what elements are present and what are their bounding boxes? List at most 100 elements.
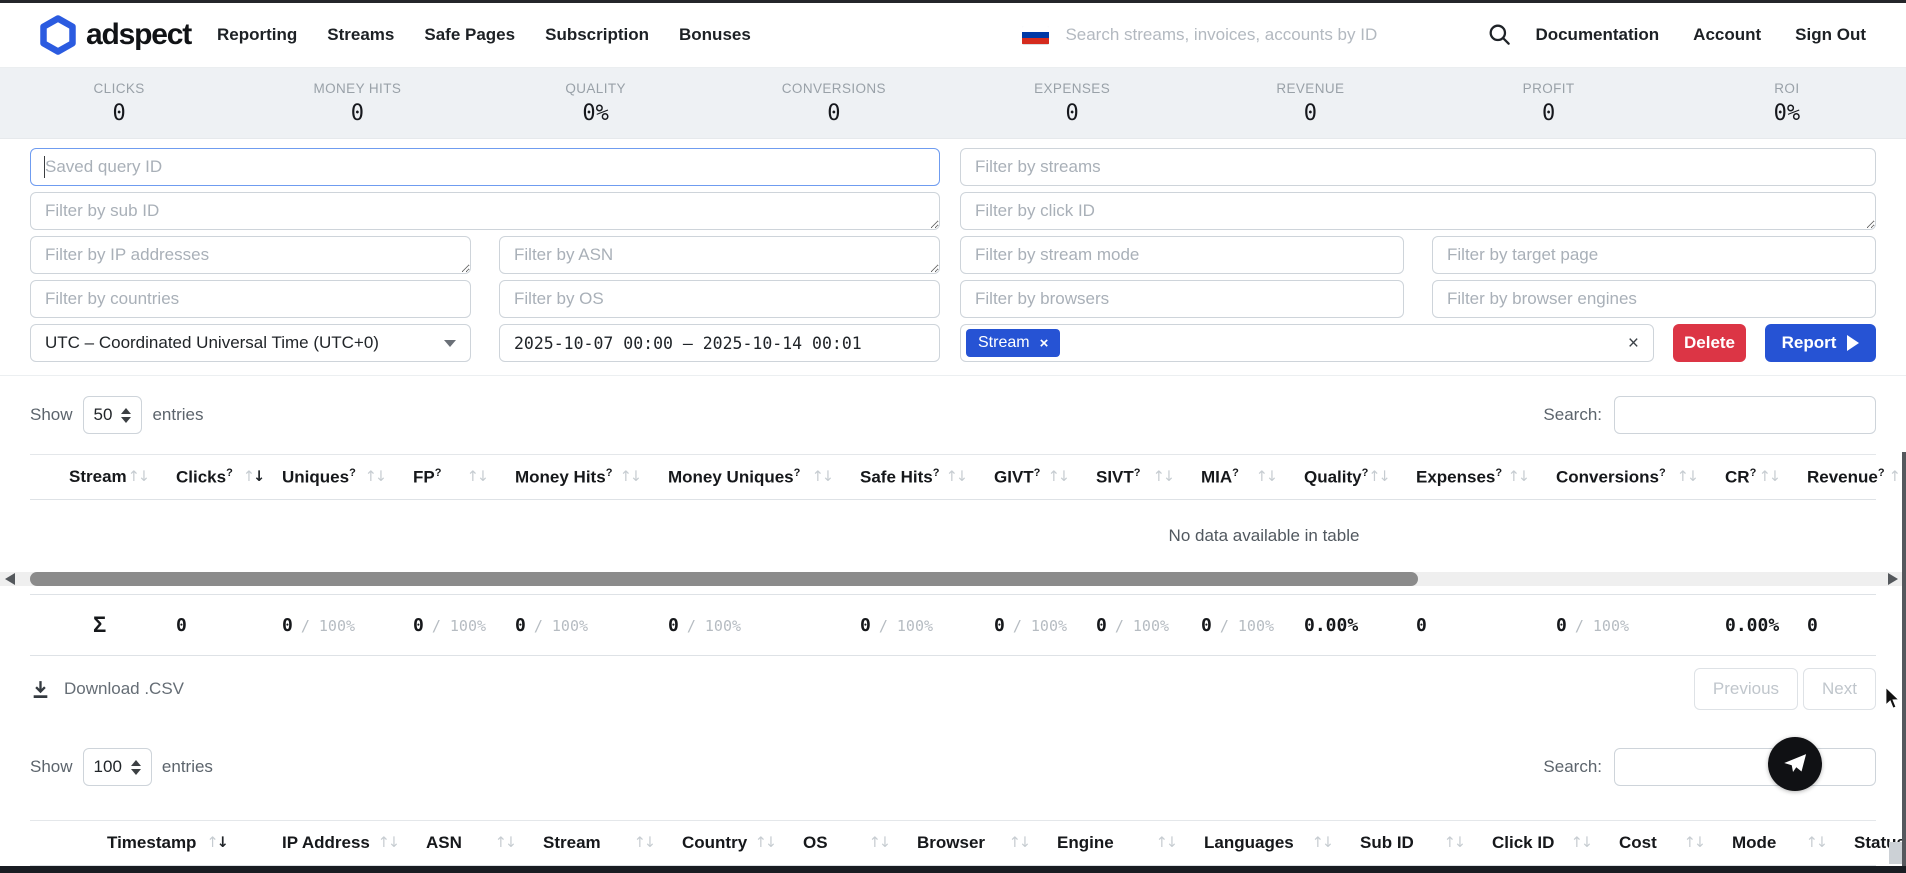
- sort-up-icon[interactable]: ↑: [620, 469, 630, 485]
- sort-down-icon[interactable]: ↓: [879, 835, 889, 851]
- sort-up-icon[interactable]: ↑: [1759, 469, 1769, 485]
- scroll-left-arrow-icon[interactable]: [5, 573, 15, 585]
- t1-col-clicks[interactable]: Clicks?↑↓: [176, 467, 282, 488]
- filter-countries-input[interactable]: [30, 280, 471, 318]
- table1-search-input[interactable]: [1614, 396, 1876, 434]
- t1-col-money-hits[interactable]: Money Hits?↑↓: [515, 467, 668, 488]
- sort-up-icon[interactable]: ↑: [128, 469, 138, 485]
- nav-item-bonuses[interactable]: Bonuses: [679, 25, 751, 45]
- sort-down-icon[interactable]: ↓: [630, 469, 640, 485]
- t1-col-givt[interactable]: GIVT?↑↓: [994, 467, 1096, 488]
- t2-col-click-id[interactable]: Click ID↑↓: [1492, 833, 1619, 853]
- global-search-input[interactable]: [1063, 16, 1487, 54]
- page-size-select-2[interactable]: 100: [83, 748, 152, 786]
- sort-down-icon[interactable]: ↓: [1687, 469, 1697, 485]
- sort-down-icon[interactable]: ↓: [375, 469, 385, 485]
- sort-up-icon[interactable]: ↑: [1048, 469, 1058, 485]
- clear-tags-icon[interactable]: ×: [1628, 334, 1639, 353]
- stream-tag[interactable]: Stream ×: [966, 329, 1060, 357]
- tag-remove-icon[interactable]: ×: [1040, 335, 1049, 352]
- t2-col-timestamp[interactable]: Timestamp↑↓: [107, 833, 282, 853]
- sort-down-icon[interactable]: ↓: [1769, 469, 1779, 485]
- t1-col-safe-hits[interactable]: Safe Hits?↑↓: [860, 467, 994, 488]
- t1-col-quality[interactable]: Quality?↑↓: [1304, 467, 1416, 488]
- sort-up-icon[interactable]: ↑: [1312, 835, 1322, 851]
- sort-up-icon[interactable]: ↑: [495, 835, 505, 851]
- sort-down-icon[interactable]: ↓: [1019, 835, 1029, 851]
- sort-up-icon[interactable]: ↑: [1009, 835, 1019, 851]
- t1-col-mia[interactable]: MIA?↑↓: [1201, 467, 1304, 488]
- t2-col-languages[interactable]: Languages↑↓: [1204, 833, 1360, 853]
- scroll-right-arrow-icon[interactable]: [1888, 573, 1898, 585]
- t1-col-stream[interactable]: Stream↑↓: [69, 467, 176, 487]
- sort-up-icon[interactable]: ↑: [1368, 469, 1378, 485]
- sort-down-icon[interactable]: ↓: [1166, 835, 1176, 851]
- sort-down-icon[interactable]: ↓: [217, 835, 227, 851]
- sort-up-icon[interactable]: ↑: [1256, 469, 1266, 485]
- nav-item-account[interactable]: Account: [1693, 25, 1761, 45]
- sort-up-icon[interactable]: ↑: [206, 835, 216, 851]
- t2-col-sub-id[interactable]: Sub ID↑↓: [1360, 833, 1492, 853]
- horizontal-scrollbar[interactable]: [0, 572, 1906, 586]
- sort-down-icon[interactable]: ↓: [138, 469, 148, 485]
- date-range-input[interactable]: [499, 324, 940, 362]
- sort-down-icon[interactable]: ↓: [644, 835, 654, 851]
- sort-up-icon[interactable]: ↑: [1444, 835, 1454, 851]
- filter-browsers-input[interactable]: [960, 280, 1404, 318]
- nav-item-documentation[interactable]: Documentation: [1535, 25, 1659, 45]
- sort-down-icon[interactable]: ↓: [1816, 835, 1826, 851]
- timezone-select[interactable]: UTC – Coordinated Universal Time (UTC+0): [30, 324, 471, 362]
- sort-up-icon[interactable]: ↑: [365, 469, 375, 485]
- filter-os-input[interactable]: [499, 280, 940, 318]
- sort-down-icon[interactable]: ↓: [388, 835, 398, 851]
- sort-up-icon[interactable]: ↑: [869, 835, 879, 851]
- t2-col-os[interactable]: OS↑↓: [803, 833, 917, 853]
- sort-down-icon[interactable]: ↓: [1581, 835, 1591, 851]
- page-size-select[interactable]: 50: [83, 396, 143, 434]
- sort-up-icon[interactable]: ↑: [1571, 835, 1581, 851]
- nav-item-streams[interactable]: Streams: [327, 25, 394, 45]
- saved-query-input[interactable]: [30, 148, 940, 186]
- sort-up-icon[interactable]: ↑: [378, 835, 388, 851]
- vertical-scrollbar[interactable]: [1902, 452, 1906, 866]
- next-page-button[interactable]: Next: [1803, 668, 1876, 710]
- sort-up-icon[interactable]: ↑: [467, 469, 477, 485]
- brand[interactable]: adspect: [40, 15, 191, 55]
- nav-item-sign-out[interactable]: Sign Out: [1795, 25, 1866, 45]
- t2-col-mode[interactable]: Mode↑↓: [1732, 833, 1854, 853]
- telegram-button[interactable]: [1768, 737, 1822, 791]
- t2-col-browser[interactable]: Browser↑↓: [917, 833, 1057, 853]
- filter-target-page-input[interactable]: [1432, 236, 1876, 274]
- sort-down-icon[interactable]: ↓: [1058, 469, 1068, 485]
- report-tags-box[interactable]: Stream × ×: [960, 324, 1654, 362]
- filter-click-id-textarea[interactable]: [960, 192, 1876, 230]
- sort-down-icon[interactable]: ↓: [956, 469, 966, 485]
- sort-down-icon[interactable]: ↓: [1266, 469, 1276, 485]
- filter-browser-engines-input[interactable]: [1432, 280, 1876, 318]
- report-button[interactable]: Report: [1765, 324, 1876, 362]
- t2-col-cost[interactable]: Cost↑↓: [1619, 833, 1732, 853]
- sort-up-icon[interactable]: ↑: [1156, 835, 1166, 851]
- sort-up-icon[interactable]: ↑: [1889, 469, 1899, 485]
- sort-down-icon[interactable]: ↓: [1379, 469, 1389, 485]
- t1-col-conversions[interactable]: Conversions?↑↓: [1556, 467, 1725, 488]
- nav-item-subscription[interactable]: Subscription: [545, 25, 649, 45]
- previous-page-button[interactable]: Previous: [1694, 668, 1798, 710]
- sort-up-icon[interactable]: ↑: [243, 469, 253, 485]
- t2-col-stream[interactable]: Stream↑↓: [543, 833, 682, 853]
- language-flag-icon[interactable]: [1022, 26, 1049, 45]
- sort-up-icon[interactable]: ↑: [1677, 469, 1687, 485]
- t1-col-fp[interactable]: FP?↑↓: [413, 467, 515, 488]
- sort-down-icon[interactable]: ↓: [505, 835, 515, 851]
- sort-down-icon[interactable]: ↓: [822, 469, 832, 485]
- sort-up-icon[interactable]: ↑: [755, 835, 765, 851]
- t1-col-expenses[interactable]: Expenses?↑↓: [1416, 467, 1556, 488]
- t2-col-engine[interactable]: Engine↑↓: [1057, 833, 1204, 853]
- delete-button[interactable]: Delete: [1673, 324, 1746, 362]
- sort-up-icon[interactable]: ↑: [1153, 469, 1163, 485]
- t2-col-ip-address[interactable]: IP Address↑↓: [282, 833, 426, 853]
- t1-col-uniques[interactable]: Uniques?↑↓: [282, 467, 413, 488]
- t2-col-country[interactable]: Country↑↓: [682, 833, 803, 853]
- table2-search-input[interactable]: [1614, 748, 1876, 786]
- sort-up-icon[interactable]: ↑: [946, 469, 956, 485]
